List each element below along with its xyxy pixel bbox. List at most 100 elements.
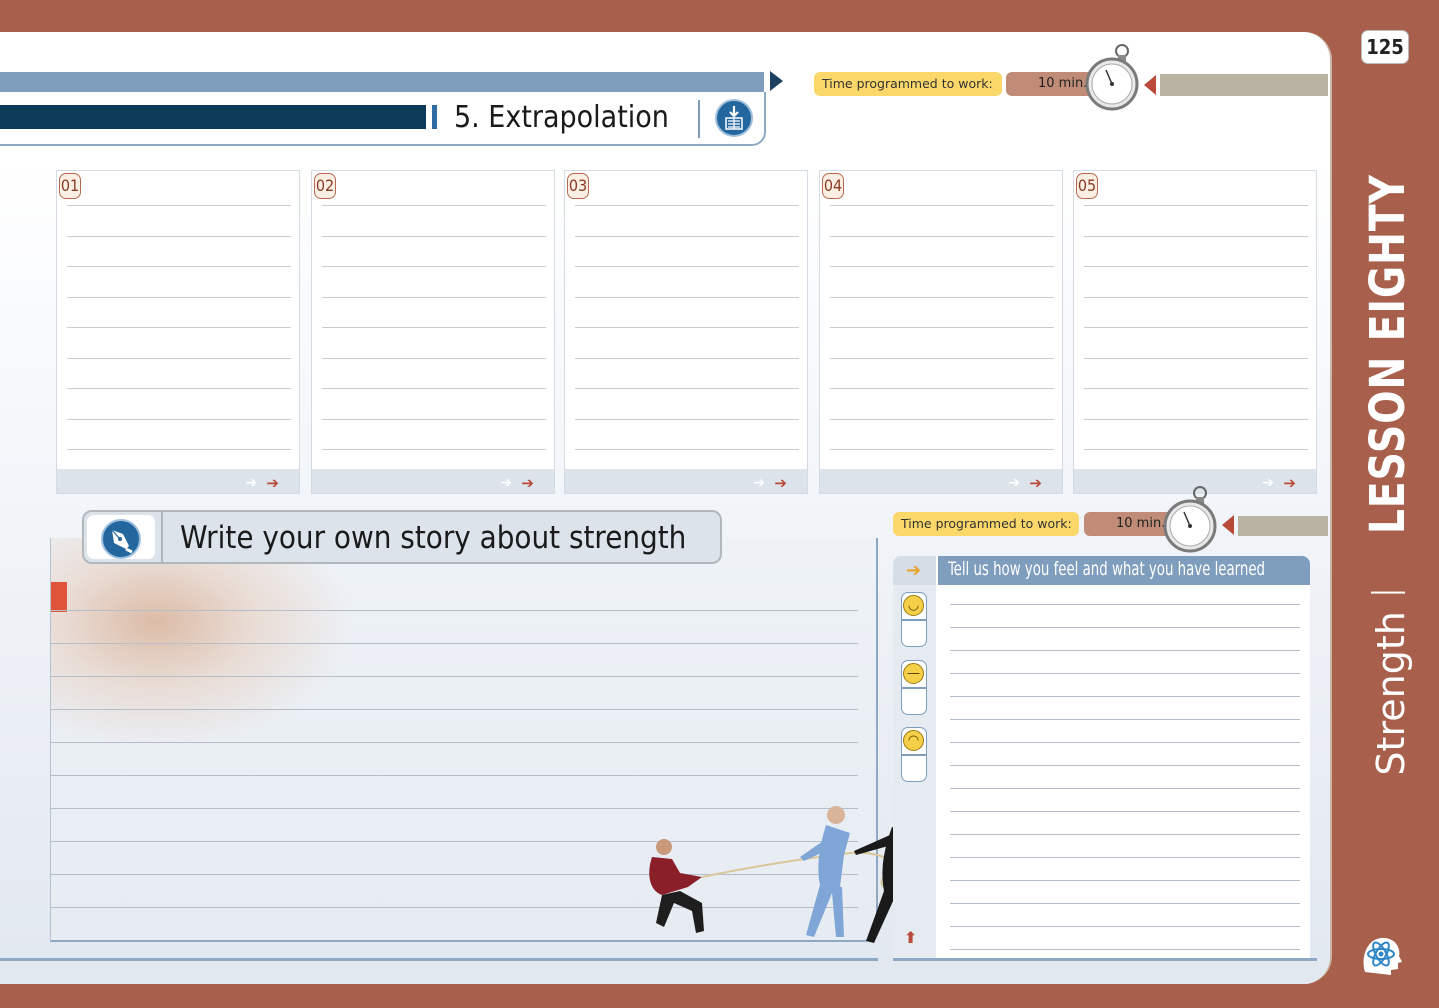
side-title-separator <box>1371 591 1405 594</box>
side-title: Strength LESSON EIGHTY <box>1360 134 1416 776</box>
stopwatch-icon <box>1085 44 1139 111</box>
section-header-tick <box>432 105 437 129</box>
arrow-right-icon: ➔ <box>906 560 922 581</box>
story-icon-box <box>87 515 155 559</box>
note-card[interactable]: 01 ➔ ➔ <box>56 170 300 494</box>
ruled-line <box>322 235 546 237</box>
pen-nib-icon <box>101 519 141 559</box>
ruled-line <box>67 418 291 420</box>
ruled-line <box>322 327 546 328</box>
ruled-line <box>322 296 546 298</box>
ruled-line <box>322 388 546 389</box>
ruled-line <box>950 742 1300 743</box>
ruled-line <box>575 235 799 237</box>
ruled-line <box>950 604 1300 605</box>
ruled-line <box>322 357 546 359</box>
feelings-header-divider <box>936 556 938 585</box>
neutral-face-icon: — <box>903 663 924 684</box>
time-bar <box>1238 516 1328 536</box>
ruled-line <box>51 742 858 743</box>
arrow-right-icon: ➔ <box>266 474 279 492</box>
ruled-line <box>830 296 1054 298</box>
feelings-bottom-border <box>893 958 1317 961</box>
stopwatch-icon <box>1163 486 1217 553</box>
ruled-line <box>67 266 291 267</box>
ruled-line <box>950 650 1300 651</box>
ruled-line <box>67 327 291 328</box>
ruled-line <box>575 205 799 206</box>
card-footer: ➔ ➔ <box>820 469 1062 493</box>
ruled-line <box>1084 205 1308 206</box>
note-card[interactable]: 04 ➔ ➔ <box>819 170 1063 494</box>
ruled-line <box>1084 388 1308 389</box>
ruled-line <box>322 449 546 450</box>
ruled-line <box>575 388 799 389</box>
arrow-right-icon: ➔ <box>521 474 534 492</box>
atom-head-icon <box>1363 937 1402 975</box>
note-card[interactable]: 05 ➔ ➔ <box>1073 170 1317 494</box>
card-number: 02 <box>314 173 336 199</box>
ruled-line <box>1084 296 1308 298</box>
ruled-line <box>575 449 799 450</box>
ruled-line <box>830 357 1054 359</box>
ruled-line <box>575 327 799 328</box>
ruled-line <box>950 788 1300 789</box>
ruled-line <box>830 388 1054 389</box>
checkbox-divider <box>902 687 926 689</box>
ruled-line <box>950 765 1300 766</box>
ruled-line <box>67 388 291 389</box>
arrow-right-icon: ➔ <box>1283 474 1296 492</box>
ruled-line <box>950 926 1300 927</box>
happy-face-checkbox[interactable]: ◡ <box>901 592 927 647</box>
ruled-line <box>1084 266 1308 267</box>
neutral-face-checkbox[interactable]: — <box>901 660 927 715</box>
ruled-line <box>322 266 546 267</box>
section-title: 5. Extrapolation <box>454 100 669 135</box>
arrow-right-icon: ➔ <box>1262 475 1274 491</box>
arrow-right-icon: ➔ <box>774 474 787 492</box>
arrow-up-icon: ⬆ <box>904 928 918 947</box>
ruled-line <box>830 418 1054 420</box>
feelings-header-text: Tell us how you feel and what you have l… <box>948 558 1266 580</box>
ruled-line <box>950 949 1300 950</box>
card-number: 04 <box>822 173 844 199</box>
ruled-line <box>830 266 1054 267</box>
ruled-line <box>950 880 1300 881</box>
time-arrow <box>1144 75 1156 95</box>
story-margin-marker <box>51 582 67 612</box>
ruled-line <box>67 235 291 237</box>
checkbox-divider <box>902 619 926 621</box>
ruled-line <box>575 296 799 298</box>
feelings-panel[interactable]: ➔ Tell us how you feel and what you have… <box>893 556 1310 958</box>
ruled-line <box>830 235 1054 237</box>
ruled-line <box>67 357 291 359</box>
story-header: Write your own story about strength <box>82 510 722 564</box>
ruled-line <box>1084 327 1308 328</box>
arrow-right-icon: ➔ <box>1029 474 1042 492</box>
ruled-line <box>575 357 799 359</box>
ruled-line <box>950 627 1300 628</box>
card-number: 03 <box>567 173 589 199</box>
ruled-line <box>950 903 1300 904</box>
ruled-line <box>950 857 1300 858</box>
note-card[interactable]: 02 ➔ ➔ <box>311 170 555 494</box>
download-icon[interactable] <box>715 99 753 137</box>
ruled-line <box>950 719 1300 720</box>
ruled-line <box>322 205 546 206</box>
ruled-line <box>51 643 858 644</box>
section-header-arrow <box>770 71 783 91</box>
ruled-line <box>322 418 546 420</box>
sad-face-checkbox[interactable]: ◠ <box>901 727 927 782</box>
ruled-line <box>830 327 1054 328</box>
ruled-line <box>575 418 799 420</box>
card-number: 05 <box>1076 173 1098 199</box>
side-lesson: LESSON EIGHTY <box>1360 173 1416 534</box>
ruled-line <box>67 296 291 298</box>
section-header-accent <box>0 105 426 129</box>
ruled-line <box>67 449 291 450</box>
ruled-line <box>1084 357 1308 359</box>
arrow-right-icon: ➔ <box>753 475 765 491</box>
note-card[interactable]: 03 ➔ ➔ <box>564 170 808 494</box>
time-arrow <box>1222 515 1234 535</box>
ruled-line <box>67 205 291 206</box>
